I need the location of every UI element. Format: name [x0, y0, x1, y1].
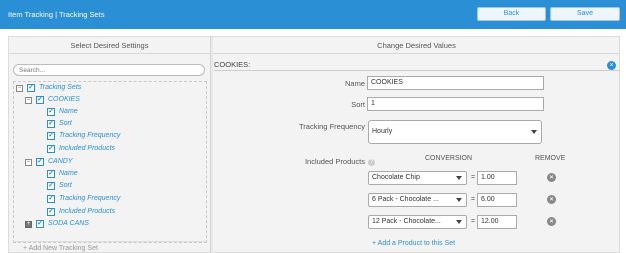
left-panel: Select Desired Settings − ✓ Tracking Set…	[9, 37, 210, 253]
page-title: Item Tracking | Tracking Sets	[8, 10, 105, 19]
conversion-input[interactable]: 12.00	[477, 215, 517, 229]
search-input[interactable]	[13, 64, 205, 76]
divider	[13, 241, 207, 242]
frequency-label-text: Tracking Frequency	[299, 122, 365, 131]
checkbox-icon[interactable]: ✓	[27, 84, 35, 92]
frequency-value: Hourly	[372, 128, 393, 135]
right-panel: Change Desired Values COOKIES: × Name? C…	[213, 37, 620, 253]
checkbox-icon[interactable]: ✓	[47, 182, 55, 190]
sort-label: Sort?	[313, 100, 375, 109]
checkbox-icon[interactable]: ✓	[36, 220, 44, 228]
tree-item-label: Sort	[59, 182, 72, 189]
sort-label-text: Sort	[351, 100, 365, 109]
tree-item-label: Name	[59, 170, 78, 177]
collapse-icon[interactable]: −	[16, 85, 23, 92]
chevron-down-icon	[456, 198, 462, 202]
top-bar: Item Tracking | Tracking Sets Back Save	[0, 0, 626, 29]
conversion-input[interactable]: 6.00	[477, 193, 517, 207]
chevron-down-icon	[456, 220, 462, 224]
tree-root-label: Tracking Sets	[39, 84, 82, 91]
name-input[interactable]: COOKIES	[367, 76, 544, 90]
name-label-text: Name	[344, 79, 365, 88]
tree-item-label: Included Products	[59, 145, 116, 152]
remove-header: REMOVE	[535, 155, 566, 162]
tree-set-label: SODA CANS	[48, 220, 89, 227]
product-value: 12 Pack - Chocolate...	[372, 218, 441, 225]
remove-icon[interactable]: ×	[547, 195, 556, 204]
products-label-text: Included Products	[304, 157, 365, 166]
tree-item-label: Tracking Frequency	[59, 132, 121, 139]
tree-item-label: Sort	[59, 120, 72, 127]
remove-icon[interactable]: ×	[547, 173, 556, 182]
settings-tree: − ✓ Tracking Sets − ✓ COOKIES ✓ Name ✓ S…	[13, 81, 207, 243]
collapse-icon[interactable]: −	[25, 97, 32, 104]
product-select[interactable]: 6 Pack - Chocolate ...	[368, 193, 467, 207]
settings-frame: Select Desired Settings − ✓ Tracking Set…	[8, 36, 620, 253]
product-select[interactable]: 12 Pack - Chocolate...	[368, 215, 467, 229]
checkbox-icon[interactable]: ✓	[47, 195, 55, 203]
tree-item-label: Included Products	[59, 208, 116, 215]
tree-set-label: COOKIES	[48, 96, 80, 103]
checkbox-icon[interactable]: ✓	[47, 170, 55, 178]
right-panel-header: Change Desired Values	[213, 37, 620, 54]
products-label: Included Products?	[263, 157, 375, 166]
checkbox-icon[interactable]: ✓	[36, 96, 44, 104]
checkbox-icon[interactable]: ✓	[47, 208, 55, 216]
checkbox-icon[interactable]: ✓	[47, 108, 55, 116]
equals-sign: =	[471, 196, 476, 203]
save-button[interactable]: Save	[550, 7, 620, 21]
left-panel-header: Select Desired Settings	[9, 37, 210, 54]
tree-item-label: Tracking Frequency	[59, 195, 121, 202]
sort-input[interactable]: 1	[367, 97, 544, 111]
checkbox-icon[interactable]: ✓	[36, 158, 44, 166]
checkbox-icon[interactable]: ✓	[47, 145, 55, 153]
back-button[interactable]: Back	[477, 7, 546, 21]
frequency-label: Tracking Frequency?	[263, 122, 375, 131]
help-icon[interactable]: ?	[368, 159, 375, 166]
conversion-header: CONVERSION	[425, 155, 473, 162]
conversion-input[interactable]: 1.00	[477, 171, 517, 185]
tree-set-label: CANDY	[48, 158, 73, 165]
product-value: Chocolate Chip	[372, 174, 420, 181]
name-label: Name?	[313, 79, 375, 88]
remove-icon[interactable]: ×	[547, 217, 556, 226]
tree-item-label: Name	[59, 108, 78, 115]
product-value: 6 Pack - Chocolate ...	[372, 196, 439, 203]
chevron-down-icon	[531, 130, 537, 134]
section-title: COOKIES:	[214, 59, 620, 71]
expand-icon[interactable]: +	[25, 221, 32, 228]
add-tracking-set-link[interactable]: + Add New Tracking Set	[23, 245, 98, 252]
close-icon[interactable]: ×	[607, 61, 616, 70]
product-select[interactable]: Chocolate Chip	[368, 171, 467, 185]
frequency-select[interactable]: Hourly	[368, 120, 542, 144]
checkbox-icon[interactable]: ✓	[47, 132, 55, 140]
equals-sign: =	[471, 174, 476, 181]
checkbox-icon[interactable]: ✓	[47, 120, 55, 128]
chevron-down-icon	[456, 176, 462, 180]
collapse-icon[interactable]: −	[25, 159, 32, 166]
equals-sign: =	[471, 218, 476, 225]
add-product-link[interactable]: + Add a Product to this Set	[372, 240, 455, 247]
